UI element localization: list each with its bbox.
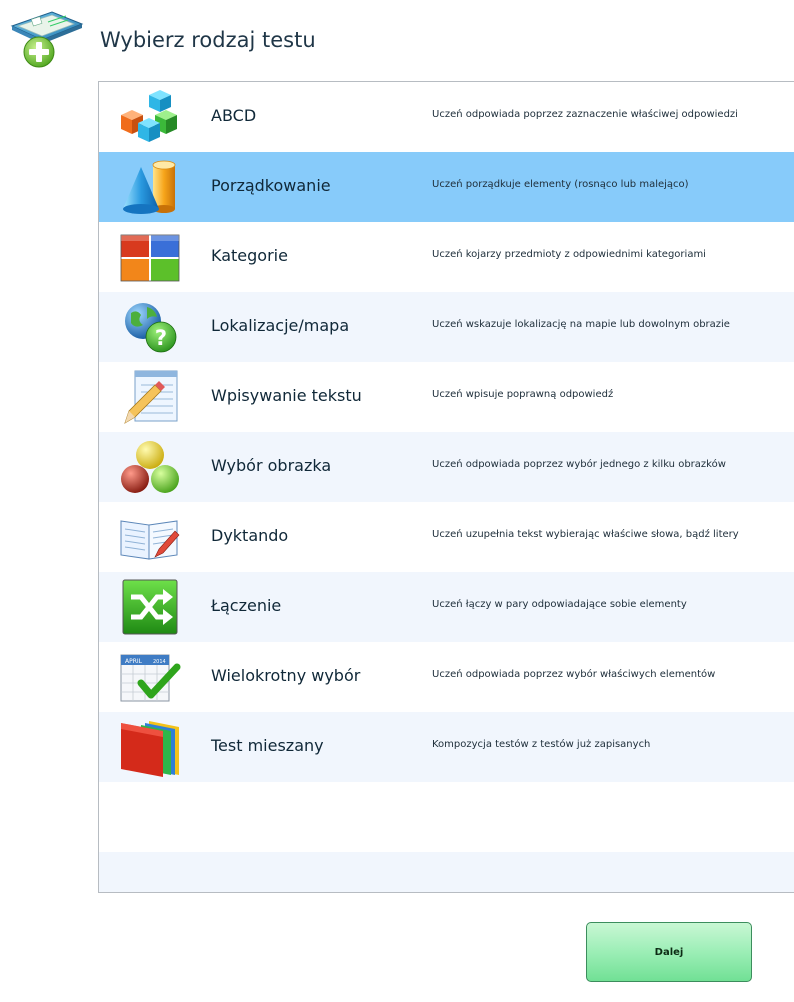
- list-item-wpisywanie-tekstu[interactable]: Wpisywanie tekstu Uczeń wpisuje poprawną…: [99, 362, 794, 432]
- calendar-checkmark-icon: APRIL 2014: [120, 654, 181, 702]
- test-type-name: Lokalizacje/mapa: [211, 316, 350, 335]
- empty-list-row: [99, 852, 794, 892]
- test-type-name: Kategorie: [211, 246, 288, 265]
- empty-list-row: [99, 782, 794, 852]
- test-type-description: Uczeń wskazuje lokalizację na mapie lub …: [432, 319, 730, 330]
- test-type-name: Łączenie: [211, 596, 282, 615]
- list-item-dyktando[interactable]: Dyktando Uczeń uzupełnia tekst wybierają…: [99, 502, 794, 572]
- test-type-name: Dyktando: [211, 526, 289, 545]
- categories-grid-icon: [120, 234, 180, 282]
- open-book-pencil-icon: [120, 520, 180, 560]
- test-type-name: Wybór obrazka: [211, 456, 332, 475]
- list-item-porzadkowanie[interactable]: Porządkowanie Uczeń porządkuje elementy …: [99, 152, 794, 222]
- test-type-description: Uczeń łączy w pary odpowiadające sobie e…: [432, 599, 687, 610]
- test-type-description: Uczeń kojarzy przedmioty z odpowiednimi …: [432, 249, 706, 260]
- notepad-pencil-icon: [124, 370, 178, 424]
- test-type-description: Uczeń odpowiada poprzez wybór jednego z …: [432, 459, 726, 470]
- test-type-description: Uczeń porządkuje elementy (rosnąco lub m…: [432, 179, 689, 190]
- list-item-laczenie[interactable]: Łączenie Uczeń łączy w pary odpowiadając…: [99, 572, 794, 642]
- test-type-name: Test mieszany: [211, 736, 324, 755]
- cone-cylinder-icon: [123, 160, 176, 214]
- test-type-name: Wpisywanie tekstu: [211, 386, 362, 405]
- next-button[interactable]: Dalej: [586, 922, 752, 982]
- page-title: Wybierz rodzaj testu: [100, 28, 316, 52]
- test-type-name: Porządkowanie: [211, 176, 331, 195]
- test-type-name: ABCD: [211, 106, 257, 125]
- test-type-description: Uczeń odpowiada poprzez zaznaczenie właś…: [432, 109, 738, 120]
- list-item-wielokrotny-wybor[interactable]: APRIL 2014 Wielokrotny wybór Uczeń odpow…: [99, 642, 794, 712]
- test-type-description: Uczeń uzupełnia tekst wybierając właściw…: [432, 529, 739, 540]
- svg-text:?: ?: [155, 326, 167, 350]
- calendar-month-label: APRIL: [125, 658, 143, 665]
- cubes-icon: [121, 90, 177, 142]
- add-test-icon: [10, 11, 84, 68]
- test-type-description: Uczeń wpisuje poprawną odpowiedź: [432, 389, 614, 400]
- list-item-test-mieszany[interactable]: Test mieszany Kompozycja testów z testów…: [99, 712, 794, 782]
- list-item-lokalizacje-mapa[interactable]: ? Lokalizacje/mapa Uczeń wskazuje lokali…: [99, 292, 794, 362]
- test-type-dialog: Wybierz rodzaj testu ABCD Uczeń odpowiad…: [0, 0, 794, 1002]
- stacked-folders-icon: [121, 721, 179, 777]
- test-type-description: Uczeń odpowiada poprzez wybór właściwych…: [432, 669, 716, 680]
- test-type-list[interactable]: ABCD Uczeń odpowiada poprzez zaznaczenie…: [98, 81, 794, 893]
- test-type-description: Kompozycja testów z testów już zapisanyc…: [432, 739, 651, 750]
- globe-question-icon: ?: [125, 303, 177, 353]
- list-item-wybor-obrazka[interactable]: Wybór obrazka Uczeń odpowiada poprzez wy…: [99, 432, 794, 502]
- shuffle-arrows-icon: [122, 579, 178, 635]
- calendar-year-label: 2014: [153, 659, 166, 665]
- list-item-kategorie[interactable]: Kategorie Uczeń kojarzy przedmioty z odp…: [99, 222, 794, 292]
- colored-spheres-icon: [121, 441, 179, 493]
- list-item-abcd[interactable]: ABCD Uczeń odpowiada poprzez zaznaczenie…: [99, 82, 794, 152]
- test-type-name: Wielokrotny wybór: [211, 666, 361, 685]
